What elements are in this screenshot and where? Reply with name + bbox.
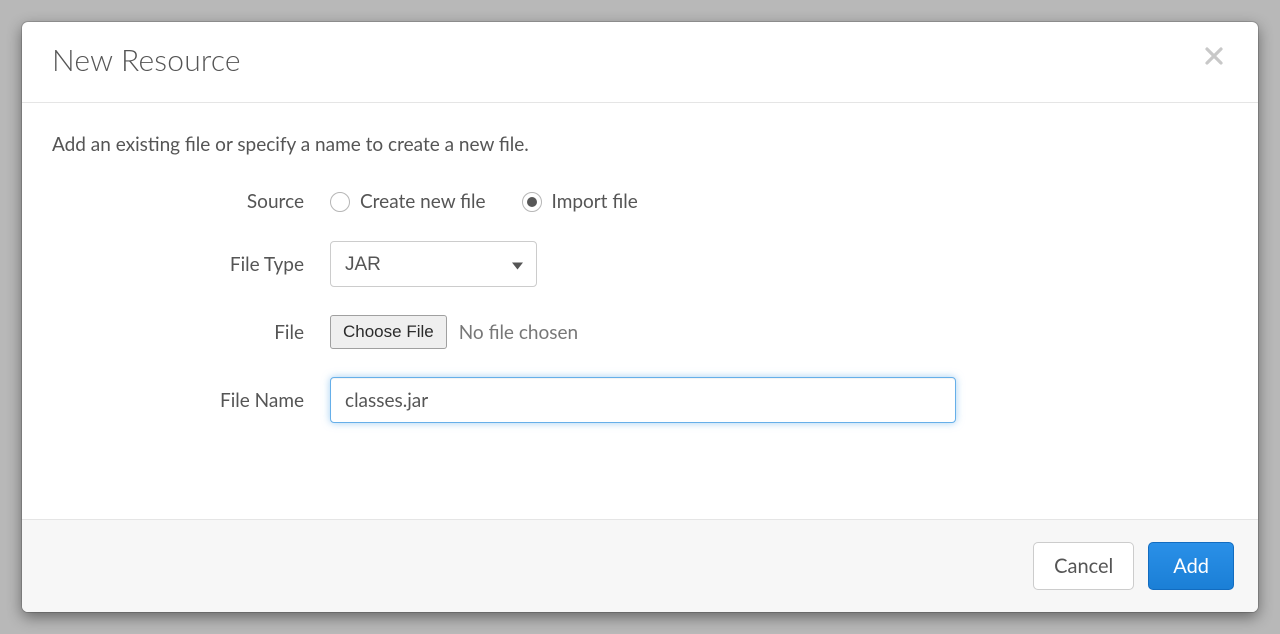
file-name-row: File Name	[52, 377, 1228, 423]
close-button[interactable]	[1200, 42, 1228, 70]
cancel-button[interactable]: Cancel	[1033, 542, 1134, 590]
file-row: File Choose File No file chosen	[52, 315, 1228, 349]
modal-body: Add an existing file or specify a name t…	[22, 103, 1258, 519]
resource-form: Source Create new file Import file	[52, 190, 1228, 423]
radio-label: Import file	[552, 190, 638, 213]
choose-file-button[interactable]: Choose File	[330, 315, 447, 349]
file-type-row: File Type JAR	[52, 241, 1228, 287]
radio-import-file[interactable]: Import file	[522, 190, 638, 213]
file-label: File	[52, 321, 330, 344]
instructions-text: Add an existing file or specify a name t…	[52, 133, 1228, 156]
close-icon	[1204, 46, 1224, 66]
file-type-select[interactable]: JAR	[330, 241, 537, 287]
radio-icon	[522, 192, 542, 212]
file-name-label: File Name	[52, 389, 330, 412]
file-type-select-wrap: JAR	[330, 241, 537, 287]
add-button[interactable]: Add	[1148, 542, 1234, 590]
file-type-label: File Type	[52, 253, 330, 276]
modal-title: New Resource	[52, 42, 241, 78]
source-radio-group: Create new file Import file	[330, 190, 638, 213]
source-row: Source Create new file Import file	[52, 190, 1228, 213]
radio-create-new-file[interactable]: Create new file	[330, 190, 486, 213]
modal-header: New Resource	[22, 22, 1258, 103]
modal-footer: Cancel Add	[22, 519, 1258, 612]
radio-icon	[330, 192, 350, 212]
radio-label: Create new file	[360, 190, 486, 213]
file-chosen-status: No file chosen	[459, 321, 578, 344]
file-name-input[interactable]	[330, 377, 956, 423]
new-resource-modal: New Resource Add an existing file or spe…	[22, 22, 1258, 612]
source-label: Source	[52, 190, 330, 213]
